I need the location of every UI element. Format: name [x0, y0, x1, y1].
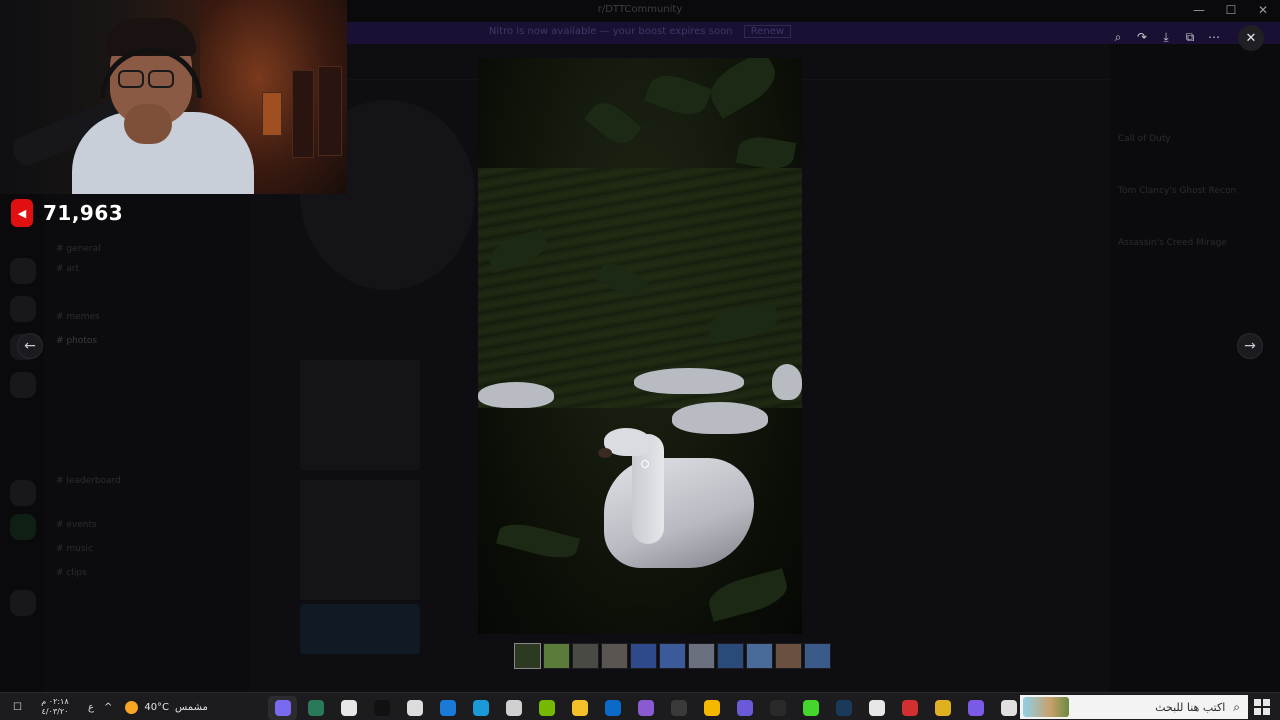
- thumbnail-strip: [514, 643, 831, 669]
- mail-icon[interactable]: [433, 696, 462, 720]
- openai-icon[interactable]: [400, 696, 429, 720]
- obs-icon[interactable]: [631, 696, 660, 720]
- outlook-icon[interactable]: [598, 696, 627, 720]
- channel-item[interactable]: # general: [56, 244, 101, 254]
- member-activity[interactable]: Assassin's Creed Mirage: [1118, 238, 1227, 248]
- tiktok-icon[interactable]: [367, 696, 396, 720]
- server-icon[interactable]: [10, 258, 36, 284]
- razer-icon[interactable]: [796, 696, 825, 720]
- epic-games-icon[interactable]: [763, 696, 792, 720]
- steam-icon[interactable]: [829, 696, 858, 720]
- edge-icon[interactable]: [466, 696, 495, 720]
- channel-item[interactable]: # clips: [56, 568, 87, 578]
- nvidia-icon[interactable]: [532, 696, 561, 720]
- thumbnail[interactable]: [746, 643, 773, 669]
- next-image-button[interactable]: →: [1237, 333, 1263, 359]
- channel-item[interactable]: # events: [56, 520, 97, 530]
- view-count: 71,963: [43, 201, 124, 225]
- pinned-apps: [268, 696, 1023, 720]
- server-icon[interactable]: [10, 514, 36, 540]
- copilot-icon[interactable]: [961, 696, 990, 720]
- clock-time: ٠٢:١٨ م: [41, 697, 69, 706]
- capcut-icon[interactable]: [334, 696, 363, 720]
- member-activity[interactable]: Call of Duty: [1118, 134, 1171, 144]
- rockstar-icon[interactable]: [697, 696, 726, 720]
- thumbnail[interactable]: [688, 643, 715, 669]
- taskbar: ☐ ٠٢:١٨ م ٤/٠٣/٢٠ ع ^ 40°C مشمس اكتب هنا…: [0, 692, 1280, 720]
- webcam-feed: [0, 0, 347, 194]
- banner-button[interactable]: Renew: [743, 25, 792, 38]
- swan-photo: [478, 58, 802, 634]
- record-icon[interactable]: [895, 696, 924, 720]
- tray-overflow-icon[interactable]: ^: [104, 702, 112, 713]
- weather-widget[interactable]: 40°C مشمس: [125, 700, 208, 714]
- bg-image-ghost: [300, 480, 420, 600]
- thumbnail[interactable]: [543, 643, 570, 669]
- member-activity[interactable]: Tom Clancy's Ghost Recon: [1118, 186, 1236, 196]
- bg-image-ghost: [300, 360, 420, 470]
- task-view-icon[interactable]: [994, 696, 1023, 720]
- chrome-icon[interactable]: [928, 696, 957, 720]
- file-explorer-icon[interactable]: [565, 696, 594, 720]
- viewer-toolbar: ⌕ ↷ ⤓ ⧉ ⋯: [1106, 25, 1226, 49]
- window-controls: — ☐ ✕: [1192, 3, 1270, 17]
- channel-item[interactable]: # leaderboard: [56, 476, 121, 486]
- thumbnail[interactable]: [659, 643, 686, 669]
- thumbnail[interactable]: [804, 643, 831, 669]
- channel-item[interactable]: # memes: [56, 312, 100, 322]
- minimize-button[interactable]: —: [1192, 3, 1206, 17]
- thumbnail[interactable]: [514, 643, 541, 669]
- language-indicator[interactable]: ع: [88, 702, 94, 713]
- server-icon[interactable]: [10, 480, 36, 506]
- sun-icon: [125, 700, 139, 714]
- start-icon[interactable]: [268, 696, 297, 720]
- thumbnail[interactable]: [775, 643, 802, 669]
- terminal-icon[interactable]: [301, 696, 330, 720]
- system-tray: ☐ ٠٢:١٨ م ٤/٠٣/٢٠ ع ^ 40°C مشمس: [8, 693, 208, 720]
- discord-icon[interactable]: [862, 696, 891, 720]
- more-icon[interactable]: ⋯: [1202, 25, 1226, 49]
- search-highlight-image: [1023, 697, 1069, 717]
- forward-icon[interactable]: ↷: [1130, 25, 1154, 49]
- notification-icon[interactable]: ☐: [13, 702, 22, 713]
- window-close-button[interactable]: ✕: [1256, 3, 1270, 17]
- download-icon[interactable]: ⤓: [1154, 25, 1178, 49]
- grid-app-icon[interactable]: [730, 696, 759, 720]
- screen: r/DTTCommunity — ☐ ✕ Nitro is now availa…: [0, 0, 1280, 720]
- thumbnail[interactable]: [601, 643, 628, 669]
- search-input[interactable]: اكتب هنا للبحث ⌕: [1020, 695, 1248, 719]
- cloud-icon[interactable]: [499, 696, 528, 720]
- thumbnail[interactable]: [717, 643, 744, 669]
- server-icon[interactable]: [10, 296, 36, 322]
- temperature: 40°C: [144, 701, 170, 713]
- xbox-icon[interactable]: [664, 696, 693, 720]
- thumbnail[interactable]: [572, 643, 599, 669]
- maximize-button[interactable]: ☐: [1224, 3, 1238, 17]
- channel-item[interactable]: # art: [56, 264, 79, 274]
- viewer-counter: ◀ 71,963: [11, 199, 123, 227]
- channel-item[interactable]: # music: [56, 544, 93, 554]
- server-icon[interactable]: [10, 590, 36, 616]
- close-viewer-button[interactable]: ✕: [1238, 25, 1264, 51]
- search-placeholder: اكتب هنا للبحث: [1155, 700, 1226, 714]
- thumbnail[interactable]: [630, 643, 657, 669]
- clock[interactable]: ٠٢:١٨ م ٤/٠٣/٢٠: [27, 697, 83, 717]
- windows-start-button[interactable]: [1254, 699, 1270, 715]
- channel-item[interactable]: # photos: [56, 336, 97, 346]
- server-icon[interactable]: [10, 372, 36, 398]
- mouse-cursor: [641, 460, 649, 468]
- clock-date: ٤/٠٣/٢٠: [41, 707, 69, 716]
- zoom-icon[interactable]: ⌕: [1106, 25, 1130, 49]
- weather-condition: مشمس: [175, 701, 208, 713]
- bg-image-ghost: [300, 604, 420, 654]
- youtube-icon: ◀: [11, 199, 33, 227]
- previous-image-button[interactable]: ←: [17, 333, 43, 359]
- search-icon: ⌕: [1233, 699, 1240, 714]
- open-external-icon[interactable]: ⧉: [1178, 25, 1202, 49]
